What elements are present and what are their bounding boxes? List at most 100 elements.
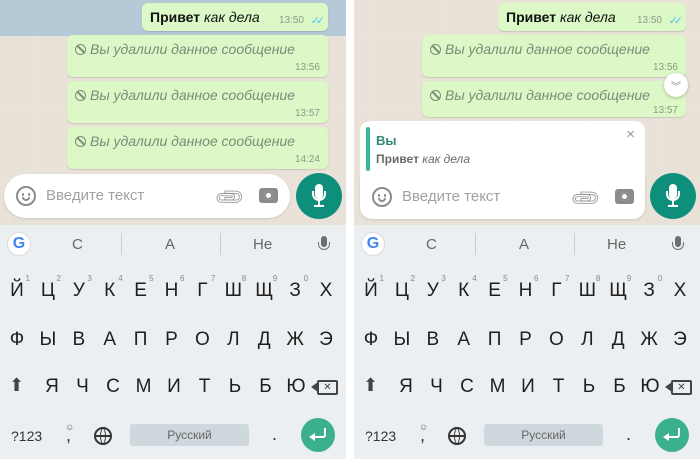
key[interactable]: Э [667, 329, 693, 351]
key[interactable]: Ы [389, 329, 415, 351]
deleted-message-2[interactable]: Вы удалили данное сообщение 13:57 [67, 81, 328, 123]
key[interactable]: Х [667, 280, 693, 302]
key[interactable]: Е5 [128, 274, 153, 302]
key[interactable]: Д [605, 329, 631, 351]
message-input-bar[interactable]: Введите текст 📎︎ [360, 175, 645, 219]
key[interactable]: Ь [222, 376, 248, 398]
paperclip-icon[interactable]: 📎︎ [568, 181, 604, 217]
key[interactable]: В [420, 329, 446, 351]
key[interactable]: У3 [420, 274, 446, 302]
google-icon[interactable]: G [362, 233, 384, 255]
period-key[interactable]: . [626, 424, 631, 445]
key[interactable]: П [128, 329, 154, 351]
key[interactable]: Н6 [159, 274, 185, 302]
key[interactable]: Г7 [189, 274, 215, 302]
message-bubble-first[interactable]: Привет как дела 13:50 ✓✓ [498, 3, 686, 31]
comma-key[interactable]: , [420, 425, 425, 446]
mic-button[interactable] [650, 173, 696, 219]
symbols-key[interactable]: ?123 [365, 428, 396, 444]
key[interactable]: Ж [282, 329, 308, 351]
message-bubble-first[interactable]: Привет как дела 13:50 ✓✓ [142, 3, 328, 31]
key[interactable]: Ф [358, 329, 384, 351]
key[interactable]: О [543, 329, 569, 351]
key[interactable]: В [66, 329, 92, 351]
key[interactable]: Ы [35, 329, 61, 351]
backspace-icon[interactable]: ✕ [311, 380, 338, 395]
key[interactable]: Ж [636, 329, 662, 351]
comma-key[interactable]: , [66, 425, 71, 446]
key[interactable]: Ф [4, 329, 30, 351]
key[interactable]: У3 [66, 274, 92, 302]
key[interactable]: Щ9 [251, 274, 277, 302]
close-icon[interactable]: × [626, 126, 635, 143]
key[interactable]: Н6 [513, 274, 539, 302]
key[interactable]: Т [192, 376, 218, 398]
deleted-message-1[interactable]: Вы удалили данное сообщение 13:56 [422, 35, 686, 77]
key[interactable]: А [451, 329, 477, 351]
shift-icon[interactable]: ⬆ [363, 375, 378, 396]
google-icon[interactable]: G [8, 233, 30, 255]
key[interactable]: М [485, 376, 511, 398]
emoji-icon[interactable] [372, 187, 392, 207]
mic-icon[interactable] [672, 236, 684, 250]
key[interactable]: Г7 [543, 274, 569, 302]
key[interactable]: Ц2 [389, 274, 415, 302]
suggestion-3[interactable]: Не [607, 236, 626, 253]
key[interactable]: Э [313, 329, 339, 351]
globe-icon[interactable] [448, 427, 466, 445]
key[interactable]: Е5 [482, 274, 507, 302]
key[interactable]: Ц2 [35, 274, 61, 302]
symbols-key[interactable]: ?123 [11, 428, 42, 444]
key[interactable]: Ч [70, 376, 96, 398]
key[interactable]: А [97, 329, 123, 351]
suggestion-1[interactable]: С [72, 236, 83, 253]
camera-icon[interactable] [615, 189, 634, 204]
key[interactable]: Б [253, 376, 279, 398]
message-input-bar[interactable]: Введите текст 📎︎ [4, 174, 290, 218]
scroll-down-button[interactable]: ︾ [664, 73, 688, 97]
paperclip-icon[interactable]: 📎︎ [212, 180, 248, 216]
suggestion-2[interactable]: А [519, 236, 529, 253]
mic-icon[interactable] [318, 236, 330, 250]
key[interactable]: О [189, 329, 215, 351]
key[interactable]: И [515, 376, 541, 398]
key[interactable]: Т [546, 376, 572, 398]
key[interactable]: М [131, 376, 157, 398]
suggestion-2[interactable]: А [165, 236, 175, 253]
message-input[interactable]: Введите текст [402, 188, 500, 205]
mic-button[interactable] [296, 173, 342, 219]
key[interactable]: Л [220, 329, 246, 351]
key[interactable]: Ч [424, 376, 450, 398]
space-key[interactable]: Русский [484, 424, 603, 446]
key[interactable]: Я [39, 376, 65, 398]
key[interactable]: К4 [451, 274, 477, 302]
suggestion-1[interactable]: С [426, 236, 437, 253]
key[interactable]: С [100, 376, 126, 398]
key[interactable]: Б [607, 376, 633, 398]
key[interactable]: Д [251, 329, 277, 351]
key[interactable]: Л [574, 329, 600, 351]
key[interactable]: Р [159, 329, 185, 351]
key[interactable]: З0 [636, 274, 662, 302]
key[interactable]: С [454, 376, 480, 398]
enter-icon[interactable] [655, 418, 689, 452]
key[interactable]: Ш8 [220, 274, 247, 302]
key[interactable]: Ь [576, 376, 602, 398]
key[interactable]: Я [393, 376, 419, 398]
key[interactable]: Й1 [358, 274, 384, 302]
key[interactable]: Ю [637, 376, 663, 398]
camera-icon[interactable] [259, 188, 278, 203]
key[interactable]: Р [513, 329, 539, 351]
shift-icon[interactable]: ⬆ [9, 375, 24, 396]
deleted-message-3[interactable]: Вы удалили данное сообщение 14:24 [67, 127, 328, 169]
globe-icon[interactable] [94, 427, 112, 445]
key[interactable]: И [161, 376, 187, 398]
key[interactable]: Й1 [4, 274, 30, 302]
key[interactable]: Щ9 [605, 274, 631, 302]
key[interactable]: Ш8 [574, 274, 601, 302]
period-key[interactable]: . [272, 424, 277, 445]
message-input[interactable]: Введите текст [46, 187, 144, 204]
key[interactable]: З0 [282, 274, 308, 302]
space-key[interactable]: Русский [130, 424, 249, 446]
suggestion-3[interactable]: Не [253, 236, 272, 253]
